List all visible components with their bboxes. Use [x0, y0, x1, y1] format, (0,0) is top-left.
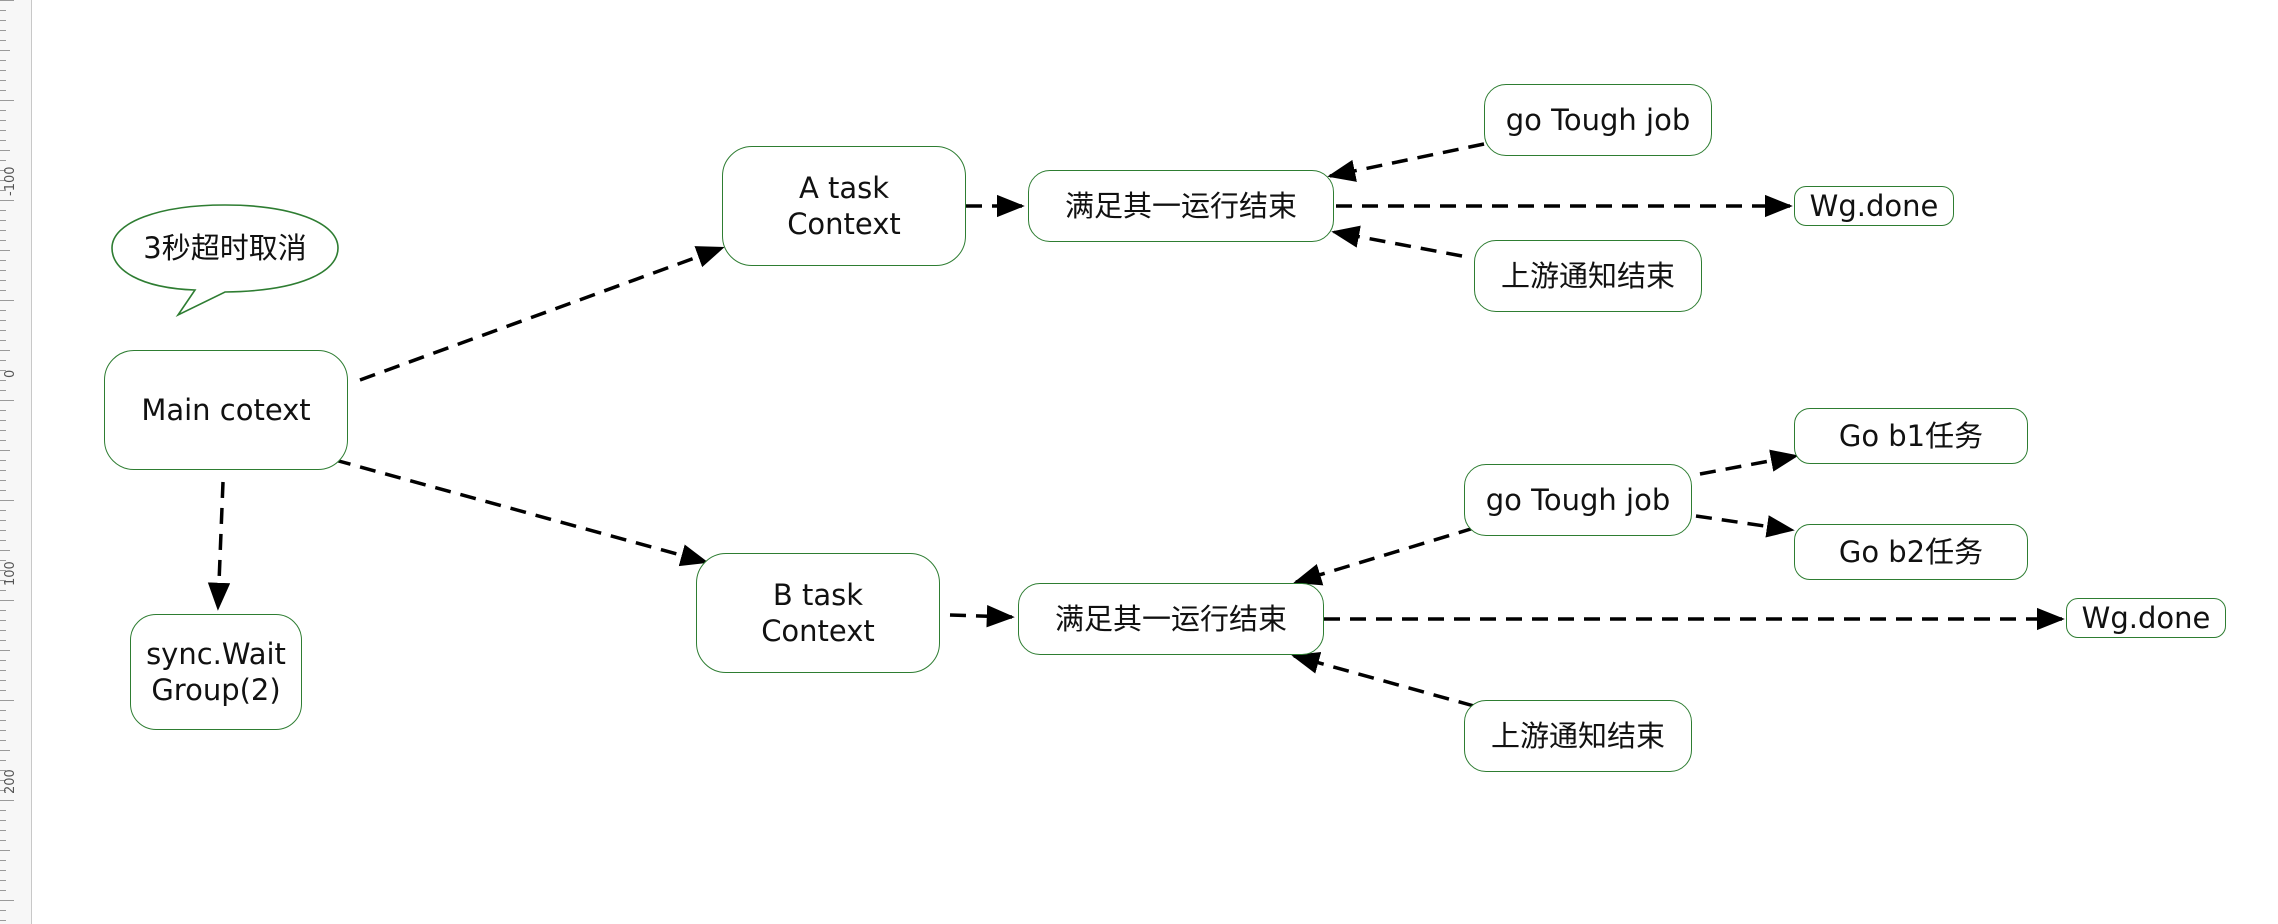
node-a-go-tough-job-label: go Tough job: [1505, 102, 1691, 137]
node-b-task-context[interactable]: B task Context: [696, 553, 940, 673]
arrow-b-tough-to-b2: [1695, 514, 1795, 538]
node-main-context[interactable]: Main cotext: [104, 350, 348, 470]
arrow-b-upstream-to-satisfy: [1291, 651, 1475, 708]
node-a-satisfy-one-label: 满足其一运行结束: [1064, 188, 1297, 223]
diagram-canvas: 3秒超时取消 Main cotext sync.Wait Group(2) A …: [0, 0, 2278, 924]
arrow-main-to-b-task: [334, 458, 709, 567]
node-b-task-context-label: B task Context: [761, 577, 875, 648]
node-b-upstream-notify[interactable]: 上游通知结束: [1464, 700, 1692, 772]
arrow-a-tough-to-satisfy: [1327, 142, 1485, 182]
arrow-a-upstream-to-satisfy: [1331, 225, 1463, 258]
node-b-go-tough-job-label: go Tough job: [1485, 482, 1671, 517]
node-a-task-context[interactable]: A task Context: [722, 146, 966, 266]
node-go-b2-task[interactable]: Go b2任务: [1794, 524, 2028, 580]
node-b-go-tough-job[interactable]: go Tough job: [1464, 464, 1692, 536]
arrow-b-task-to-satisfy: [949, 604, 1015, 628]
node-go-b1-task-label: Go b1任务: [1838, 418, 1984, 453]
node-a-wg-done-label: Wg.done: [1809, 188, 1939, 223]
node-sync-waitgroup-label: sync.Wait Group(2): [146, 636, 286, 707]
arrow-b-tough-to-b1: [1699, 449, 1799, 476]
node-b-wg-done-label: Wg.done: [2081, 600, 2211, 635]
node-sync-waitgroup[interactable]: sync.Wait Group(2): [130, 614, 302, 730]
node-a-go-tough-job[interactable]: go Tough job: [1484, 84, 1712, 156]
callout-text: 3秒超时取消: [143, 231, 307, 265]
node-main-context-label: Main cotext: [141, 392, 311, 427]
node-b-satisfy-one-label: 满足其一运行结束: [1054, 601, 1287, 636]
node-go-b1-task[interactable]: Go b1任务: [1794, 408, 2028, 464]
node-a-wg-done[interactable]: Wg.done: [1794, 186, 1954, 226]
node-b-satisfy-one[interactable]: 满足其一运行结束: [1018, 583, 1324, 655]
arrow-main-to-a-task: [359, 246, 725, 382]
node-a-upstream-notify[interactable]: 上游通知结束: [1474, 240, 1702, 312]
node-a-task-context-label: A task Context: [787, 170, 901, 241]
node-go-b2-task-label: Go b2任务: [1838, 534, 1984, 569]
arrow-b-tough-to-satisfy: [1293, 526, 1475, 586]
node-a-upstream-notify-label: 上游通知结束: [1500, 258, 1675, 293]
node-b-wg-done[interactable]: Wg.done: [2066, 598, 2226, 638]
node-b-upstream-notify-label: 上游通知结束: [1490, 718, 1665, 753]
arrow-main-to-waitgroup: [207, 481, 231, 611]
node-a-satisfy-one[interactable]: 满足其一运行结束: [1028, 170, 1334, 242]
